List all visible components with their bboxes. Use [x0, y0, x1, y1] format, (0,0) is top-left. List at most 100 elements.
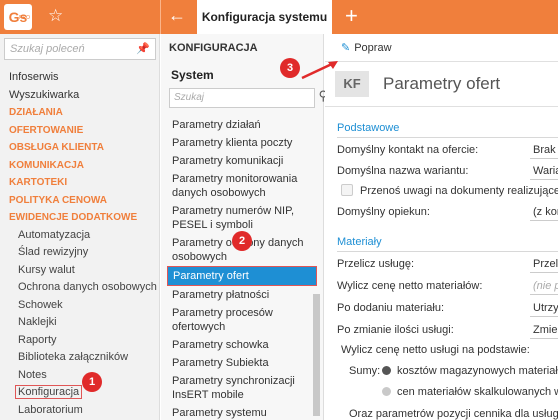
group-divider	[337, 251, 558, 252]
sidebar-item-label: Automatyzacja	[18, 228, 91, 241]
sidebar-item[interactable]: OFERTOWANIE	[0, 122, 160, 140]
config-list-item[interactable]: Parametry Subiekta	[167, 354, 317, 372]
contact-label: Domyślny kontakt na ofercie:	[337, 144, 479, 156]
after-change-field[interactable]: Zmień	[530, 322, 558, 339]
sidebar-item-label: Laboratorium	[18, 403, 83, 416]
after-add-label: Po dodaniu materiału:	[337, 302, 445, 314]
annotation-badge-3: 3	[280, 58, 300, 78]
sidebar-item[interactable]: Laboratorium	[0, 402, 160, 420]
config-list-item[interactable]: Parametry synchronizacji InsERT mobile	[167, 372, 317, 404]
sidebar-item-label: Raporty	[18, 333, 57, 346]
group-materials-title: Materiały	[337, 236, 382, 248]
sidebar-item[interactable]: Ochrona danych osobowych	[0, 279, 160, 297]
after-change-label: Po zmianie ilości usługi:	[337, 324, 454, 336]
group-divider	[337, 137, 558, 138]
sidebar-item[interactable]: Naklejki	[0, 314, 160, 332]
search-placeholder: Szukaj	[174, 92, 205, 103]
variant-field[interactable]: Wariant	[530, 163, 558, 180]
sidebar-item-label: Kursy walut	[18, 263, 75, 276]
config-list-item[interactable]: Parametry numerów NIP, PESEL i symboli	[167, 202, 317, 234]
sidebar-item-label: Ochrona danych osobowych	[18, 281, 157, 293]
config-list-item[interactable]: Parametry ofert	[167, 266, 317, 286]
variant-label: Domyślna nazwa wariantu:	[337, 165, 469, 177]
price-list-params-label: Oraz parametrów pozycji cennika dla usłu…	[349, 408, 558, 420]
sidebar-item-label: POLITYKA CENOWA	[9, 194, 107, 206]
back-arrow-icon[interactable]: ←	[168, 5, 186, 26]
sums-label: Sumy:	[349, 365, 381, 377]
recalc-field[interactable]: Przelicz	[530, 256, 558, 273]
sidebar-item[interactable]: Kursy walut	[0, 262, 160, 280]
sidebar-item[interactable]: Ślad rewizyjny	[0, 244, 160, 262]
logo-sub: PRO	[19, 15, 30, 21]
sidebar-item-label: Infoserwis	[9, 71, 59, 83]
add-tab-icon[interactable]: +	[345, 3, 358, 29]
sidebar-item-label: OBSŁUGA KLIENTA	[9, 142, 104, 153]
sidebar-item[interactable]: KARTOTEKI	[0, 174, 160, 192]
sidebar-item[interactable]: Notes	[0, 367, 160, 385]
recalc-label: Przelicz usługę:	[337, 258, 415, 270]
tab-konfiguracja-systemu[interactable]: Konfiguracja systemu	[197, 0, 332, 34]
config-list-item[interactable]: Parametry schowka	[167, 336, 317, 354]
sidebar-item-label: Wyszukiwarka	[9, 88, 80, 101]
divider	[325, 106, 558, 107]
sidebar-item[interactable]: POLITYKA CENOWA	[0, 192, 160, 210]
group-basic-title: Podstawowe	[337, 122, 400, 134]
radio-warehouse-costs-label: kosztów magazynowych materiałów	[397, 365, 558, 377]
config-list-item[interactable]: Parametry działań	[167, 116, 317, 134]
divider	[325, 61, 558, 62]
sidebar-item-label: Schowek	[18, 298, 63, 311]
config-subtitle: System	[171, 68, 214, 82]
config-search-input[interactable]: Szukaj ⚲	[169, 88, 328, 108]
radio-calculated-prices[interactable]	[382, 387, 391, 396]
left-navigation: Szukaj poleceń 📌 Infoserwis Wyszukiwarka D…	[0, 34, 160, 420]
sidebar-item-label: DZIAŁANIA	[9, 107, 63, 118]
config-list-item[interactable]: Parametry procesów ofertowych	[167, 304, 317, 336]
netcalc-label: Wylicz cenę netto materiałów:	[337, 280, 483, 292]
sidebar-item[interactable]: Raporty	[0, 332, 160, 350]
config-list: Parametry działań Parametry klienta poczt…	[167, 116, 317, 420]
after-add-field[interactable]: Utrzym	[530, 300, 558, 317]
sidebar-item[interactable]: Konfiguracja	[0, 384, 160, 402]
pin-icon[interactable]: 📌	[136, 42, 150, 55]
sidebar-item[interactable]: KOMUNIKACJA	[0, 157, 160, 175]
config-list-item[interactable]: Parametry klienta poczty	[167, 134, 317, 152]
radio-calculated-prices-label: cen materiałów skalkulowanych wedł	[397, 386, 558, 398]
search-placeholder: Szukaj poleceń	[10, 43, 85, 55]
config-list-item[interactable]: Parametry komunikacji	[167, 152, 317, 170]
sidebar-item[interactable]: Biblioteka załączników	[0, 349, 160, 367]
annotation-badge-2: 2	[232, 231, 252, 251]
transfer-notes-checkbox[interactable]	[341, 184, 353, 196]
sidebar-item[interactable]: Infoserwis	[0, 69, 160, 87]
sidebar-item-label: OFERTOWANIE	[9, 124, 84, 136]
annotation-badge-1: 1	[82, 372, 102, 392]
page-title: Parametry ofert	[383, 74, 501, 93]
sidebar-item-label: Notes	[18, 368, 47, 381]
sidebar-item[interactable]: DZIAŁANIA	[0, 104, 160, 122]
config-panel: KONFIGURACJA System Szukaj ⚲ Parametry d…	[161, 34, 328, 420]
netcalc-field[interactable]: (nie p	[530, 278, 558, 295]
transfer-notes-label: Przenoś uwagi na dokumenty realizujące	[360, 185, 558, 197]
contact-field[interactable]: Brak	[530, 142, 558, 159]
nav-list: Infoserwis Wyszukiwarka DZIAŁANIA OFERTOWAN…	[0, 69, 160, 419]
edit-button[interactable]: ✎ Popraw	[341, 41, 392, 54]
sidebar-item[interactable]: Wyszukiwarka	[0, 87, 160, 105]
radio-warehouse-costs[interactable]	[382, 366, 391, 375]
sidebar-item-label: Ślad rewizyjny	[18, 246, 89, 258]
guardian-field[interactable]: (z kontra	[530, 204, 558, 221]
sidebar-item[interactable]: OBSŁUGA KLIENTA	[0, 139, 160, 157]
sidebar-item-label: Biblioteka załączników	[18, 351, 129, 363]
app-logo[interactable]: Gs PRO	[4, 4, 32, 30]
sidebar-item[interactable]: Automatyzacja	[0, 227, 160, 245]
config-list-item[interactable]: Parametry systemu	[167, 404, 317, 420]
guardian-label: Domyślny opiekun:	[337, 206, 430, 218]
star-icon[interactable]: ☆	[48, 6, 63, 26]
sidebar-item[interactable]: Schowek	[0, 297, 160, 315]
sidebar-item-label: EWIDENCJE DODATKOWE	[9, 212, 138, 223]
scrollbar[interactable]	[313, 294, 320, 416]
module-badge: KF	[335, 71, 369, 97]
sidebar-item[interactable]: EWIDENCJE DODATKOWE	[0, 209, 160, 227]
command-search-input[interactable]: Szukaj poleceń 📌	[4, 38, 156, 60]
config-list-item[interactable]: Parametry płatności	[167, 286, 317, 304]
config-title: KONFIGURACJA	[169, 42, 258, 54]
config-list-item[interactable]: Parametry monitorowania danych osobowych	[167, 170, 317, 202]
